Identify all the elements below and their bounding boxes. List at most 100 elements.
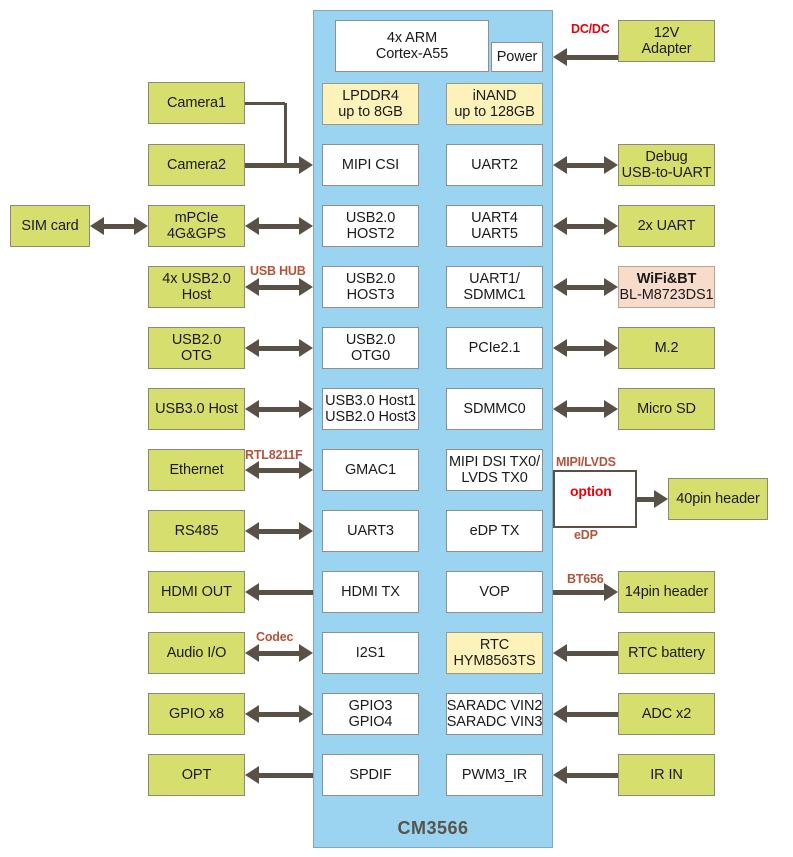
box-text-line: UART3	[347, 522, 394, 539]
camera2-lead	[245, 164, 285, 167]
peripheral-micro-sd: Micro SD	[618, 388, 715, 430]
soc-label: CM3566	[397, 818, 469, 838]
connector-power-12v-shaft	[567, 54, 618, 60]
soc-block-usb2-0-host3: USB2.0 HOST3	[322, 266, 419, 308]
connector-option-to-40pin-head-right	[654, 490, 668, 508]
connector-left-row-9-shaft	[259, 711, 299, 717]
box-text-line: UART5	[471, 226, 518, 242]
box-text-line: USB2.0	[345, 331, 396, 348]
soc-block-saradc-vin2-saradc-vin3: SARADC VIN2 SARADC VIN3	[446, 693, 543, 735]
peripheral-m-2: M.2	[618, 327, 715, 369]
box-text-line: GPIO x8	[169, 705, 224, 722]
connector-left-row-3-shaft	[259, 345, 299, 351]
connector-left-row-10-shaft	[259, 772, 313, 778]
connector-right-row-4-shaft	[567, 406, 604, 412]
box-text-line: Micro SD	[637, 400, 696, 417]
connector-right-row-1-head-right	[604, 217, 618, 235]
soc-block-usb2-0-host2: USB2.0 HOST2	[322, 205, 419, 247]
connector-right-row-8-head-left	[553, 644, 567, 662]
box-text-line: UART4	[471, 209, 518, 226]
box-text-line: USB2.0	[345, 270, 396, 287]
box-text-line: GMAC1	[344, 461, 397, 478]
box-text-line: I2S1	[355, 644, 386, 661]
connector-right-row-3-shaft	[567, 345, 604, 351]
connector-right-row-10-head-left	[553, 766, 567, 784]
connector-left-row-5-head-right	[299, 461, 313, 479]
box-text-line: SARADC VIN2	[446, 697, 543, 714]
connector-left-row-1-head-right	[299, 217, 313, 235]
connector-right-row-9-shaft	[567, 711, 618, 717]
caption-dcdc: DC/DC	[571, 22, 610, 36]
peripheral-usb3-0-host: USB3.0 Host	[148, 388, 245, 430]
box-text-line: HYM8563TS	[453, 653, 536, 669]
connector-power-12v-head-left	[553, 48, 567, 66]
connector-option-to-40pin-shaft	[637, 496, 654, 502]
box-text-line: BL-M8723DS1	[619, 287, 714, 303]
peripheral-opt: OPT	[148, 754, 245, 796]
peripheral-usb2-0-otg: USB2.0 OTG	[148, 327, 245, 369]
connector-right-row-2-head-right	[604, 278, 618, 296]
connector-sim-to-mpcie-shaft	[104, 223, 134, 229]
soc-block-uart4-uart5: UART4 UART5	[446, 205, 543, 247]
box-text-line: 4G&GPS	[166, 226, 227, 242]
box-text-line: RTC	[479, 636, 510, 653]
peripheral-wifi-bt-bl-m8723ds1: WiFi&BT BL-M8723DS1	[618, 266, 715, 308]
connector-right-row-0-head-left	[553, 156, 567, 174]
box-text-line: HOST3	[346, 287, 395, 303]
soc-block-power: Power	[491, 42, 543, 72]
connector-left-row-2-head-left	[245, 278, 259, 296]
soc-block-pwm3-ir: PWM3_IR	[446, 754, 543, 796]
box-text-line: PWM3_IR	[461, 766, 528, 783]
box-text-line: HOST2	[346, 226, 395, 242]
connector-right-row-9-head-left	[553, 705, 567, 723]
box-text-line: PCIe2.1	[468, 339, 521, 356]
caption-mipi-lvds: MIPI/LVDS	[556, 455, 616, 469]
box-text-line: ADC x2	[641, 705, 692, 722]
box-text-line: UART1/	[469, 270, 520, 287]
box-text-line: USB2.0 Host3	[325, 409, 416, 425]
connector-left-row-8-head-right	[299, 644, 313, 662]
connector-right-row-2-shaft	[567, 284, 604, 290]
connector-left-row-4-head-right	[299, 400, 313, 418]
connector-left-row-4-head-left	[245, 400, 259, 418]
peripheral-adc-x2: ADC x2	[618, 693, 715, 735]
soc-block-usb2-0-otg0: USB2.0 OTG0	[322, 327, 419, 369]
caption-rtl8211f: RTL8211F	[245, 448, 303, 462]
box-text-line: USB2.0	[171, 331, 222, 348]
connector-right-row-8-shaft	[567, 650, 618, 656]
peripheral-audio-i-o: Audio I/O	[148, 632, 245, 674]
box-text-line: SARADC VIN3	[446, 714, 543, 730]
box-text-line: USB2.0	[345, 209, 396, 226]
camera1-lead	[245, 102, 285, 105]
peripheral-rs485: RS485	[148, 510, 245, 552]
box-text-line: WiFi&BT	[636, 270, 697, 287]
box-text-line: HDMI OUT	[161, 583, 232, 600]
connector-vop-to-14pin-head-right	[604, 583, 618, 601]
caption-bt656: BT656	[567, 572, 604, 586]
connector-left-row-9-head-right	[299, 705, 313, 723]
connector-sim-to-mpcie-head-right	[134, 217, 148, 235]
box-text-line: SPDIF	[349, 766, 392, 783]
box-text-line: M.2	[654, 339, 679, 356]
peripheral-2x-uart: 2x UART	[618, 205, 715, 247]
soc-block-uart2: UART2	[446, 144, 543, 186]
connector-left-row-6-head-left	[245, 522, 259, 540]
soc-block-vop: VOP	[446, 571, 543, 613]
peripheral-camera2: Camera2	[148, 144, 245, 186]
connector-left-row-7-head-left	[245, 583, 259, 601]
box-text-line: Ethernet	[169, 461, 224, 478]
box-text-line: 40pin header	[676, 490, 760, 507]
soc-block-pcie2-1: PCIe2.1	[446, 327, 543, 369]
connector-left-row-2-shaft	[259, 284, 299, 290]
box-text-line: Adapter	[641, 41, 692, 57]
connector-left-row-4-shaft	[259, 406, 299, 412]
box-text-line: OPT	[181, 766, 212, 783]
connector-left-row-8-head-left	[245, 644, 259, 662]
peripheral-14pin-header: 14pin header	[618, 571, 715, 613]
peripheral-40pin-header: 40pin header	[668, 478, 768, 520]
connector-vop-to-14pin-shaft	[553, 589, 604, 595]
box-text-line: Camera2	[167, 156, 226, 173]
box-text-line: GPIO4	[348, 714, 393, 730]
soc-block-i2s1: I2S1	[322, 632, 419, 674]
box-text-line: eDP TX	[469, 522, 520, 539]
